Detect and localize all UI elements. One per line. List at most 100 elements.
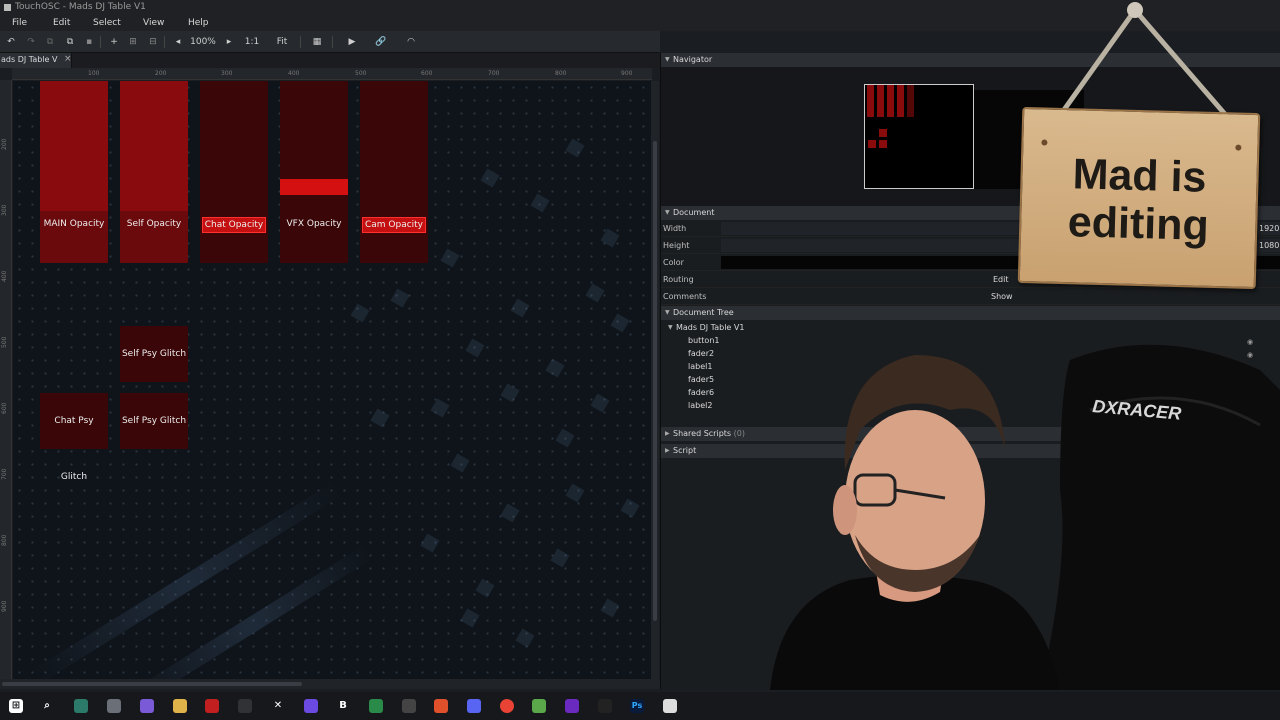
grid-icon[interactable]: ▦	[310, 35, 324, 49]
ruler-tick: 400	[1, 270, 8, 282]
voicemeeter-icon[interactable]	[205, 699, 219, 713]
background-decoration	[600, 598, 620, 618]
navigator-title: Navigator	[673, 55, 713, 64]
fader-cam-opacity[interactable]: Cam Opacity	[360, 81, 428, 263]
background-decoration	[610, 313, 630, 333]
fader-chat-opacity[interactable]: Chat Opacity	[200, 81, 268, 263]
prop-label: Color	[663, 258, 684, 267]
folder-icon[interactable]	[173, 699, 187, 713]
mad-is-editing-sign: Mad is editing	[1017, 106, 1261, 290]
background-decoration	[565, 483, 585, 503]
zoom-level[interactable]: 100%	[188, 35, 218, 49]
close-icon[interactable]: ×	[64, 54, 72, 64]
file-icon[interactable]	[663, 699, 677, 713]
app-icon[interactable]	[369, 699, 383, 713]
tree-item-fader6[interactable]: fader6	[688, 388, 714, 397]
window-title: TouchOSC - Mads DJ Table V1	[15, 2, 146, 12]
sign-nail	[1041, 139, 1048, 146]
photoshop-icon[interactable]: Ps	[630, 699, 644, 713]
background-decoration	[128, 543, 375, 679]
menu-select[interactable]: Select	[93, 18, 121, 28]
tree-item-label1[interactable]: label1	[688, 362, 712, 371]
delete-icon[interactable]: ▪	[82, 35, 96, 49]
discord-icon[interactable]	[467, 699, 481, 713]
button-chat-psy-glitch[interactable]: Chat Psy Glitch	[40, 393, 108, 482]
menu-view[interactable]: View	[143, 18, 164, 28]
app-icon[interactable]	[304, 699, 318, 713]
redo-icon[interactable]: ↷	[24, 35, 38, 49]
search-icon[interactable]: ⌕	[40, 699, 54, 713]
mini-button	[879, 129, 887, 137]
tree-root[interactable]: Mads DJ Table V1	[676, 323, 744, 332]
ruler-tick: 400	[288, 70, 300, 77]
editor-canvas[interactable]: MAIN Opacity Self Opacity Chat Opacity V…	[13, 81, 651, 679]
expand-icon[interactable]: ▼	[668, 324, 673, 331]
add-icon[interactable]: +	[107, 35, 121, 49]
link-icon[interactable]: 🔗	[374, 35, 388, 49]
paste-icon[interactable]: ⧉	[63, 35, 77, 49]
document-tree-header[interactable]: ▼ Document Tree	[661, 306, 1280, 320]
one-to-one-button[interactable]: 1:1	[244, 35, 260, 49]
taskbar: ⊞ ⌕ ✕ B Ps	[0, 692, 1280, 720]
mini-fader	[877, 85, 884, 117]
fader-self-opacity[interactable]: Self Opacity	[120, 81, 188, 263]
distribute-icon[interactable]: ⊟	[146, 35, 160, 49]
align-icon[interactable]: ⊞	[126, 35, 140, 49]
prop-label: Routing	[663, 275, 694, 284]
menu-edit[interactable]: Edit	[53, 18, 70, 28]
canvas-horizontal-scrollbar[interactable]	[0, 679, 660, 689]
tree-item-label2[interactable]: label2	[688, 401, 712, 410]
collapse-icon: ▶	[665, 430, 670, 437]
menu-help[interactable]: Help	[188, 18, 209, 28]
ruler-tick: 700	[1, 468, 8, 480]
toolbar-separator	[100, 36, 101, 48]
background-decoration	[590, 393, 610, 413]
tree-item-fader5[interactable]: fader5	[688, 375, 714, 384]
tree-item-button1[interactable]: button1	[688, 336, 719, 345]
ruler-tick: 500	[1, 336, 8, 348]
b-icon[interactable]: B	[336, 699, 350, 713]
app-icon[interactable]	[532, 699, 546, 713]
undo-icon[interactable]: ↶	[4, 35, 18, 49]
chrome-icon[interactable]	[500, 699, 514, 713]
ear	[833, 485, 857, 535]
zoom-out-icon[interactable]: ◂	[171, 35, 185, 49]
fader-label: Cam Opacity	[362, 217, 426, 233]
background-decoration	[500, 383, 520, 403]
copy-icon[interactable]: ⧉	[43, 35, 57, 49]
obs-icon[interactable]	[238, 699, 252, 713]
canvas-vertical-scrollbar[interactable]	[651, 81, 659, 679]
capcut-icon[interactable]: ✕	[271, 699, 285, 713]
fader-vfx-opacity[interactable]: VFX Opacity	[280, 81, 348, 263]
zoom-in-icon[interactable]: ▸	[222, 35, 236, 49]
mini-fader	[907, 85, 914, 117]
app-icon[interactable]	[598, 699, 612, 713]
expand-icon: ▼	[665, 209, 670, 216]
app-icon[interactable]	[107, 699, 121, 713]
brave-icon[interactable]	[434, 699, 448, 713]
scrollbar-thumb[interactable]	[653, 141, 657, 621]
tree-item-fader2[interactable]: fader2	[688, 349, 714, 358]
menu-file[interactable]: File	[12, 18, 27, 28]
ruler-tick: 100	[88, 70, 100, 77]
fit-button[interactable]: Fit	[273, 35, 291, 49]
fader-main-opacity[interactable]: MAIN Opacity	[40, 81, 108, 263]
button-self-psy-glitch[interactable]: Self Psy Glitch	[120, 326, 188, 382]
app-icon[interactable]	[402, 699, 416, 713]
ruler-tick: 600	[1, 402, 8, 414]
comments-show-button[interactable]: Show	[991, 288, 1013, 305]
button-self-psy-glitch-2[interactable]: Self Psy Glitch	[120, 393, 188, 449]
navigator-viewport[interactable]	[864, 84, 974, 189]
mini-fader	[887, 85, 894, 117]
fader-handle[interactable]	[280, 179, 348, 195]
app-icon[interactable]	[565, 699, 579, 713]
app-icon[interactable]	[140, 699, 154, 713]
tab-document[interactable]: ads DJ Table V ×	[0, 53, 72, 68]
app-icon[interactable]	[74, 699, 88, 713]
scrollbar-thumb[interactable]	[2, 682, 302, 686]
windows-icon[interactable]: ⊞	[9, 699, 23, 713]
background-decoration	[500, 503, 520, 523]
wifi-icon[interactable]: ◠	[404, 35, 418, 49]
routing-edit-button[interactable]: Edit	[993, 271, 1009, 288]
play-icon[interactable]: ▶	[345, 35, 359, 49]
